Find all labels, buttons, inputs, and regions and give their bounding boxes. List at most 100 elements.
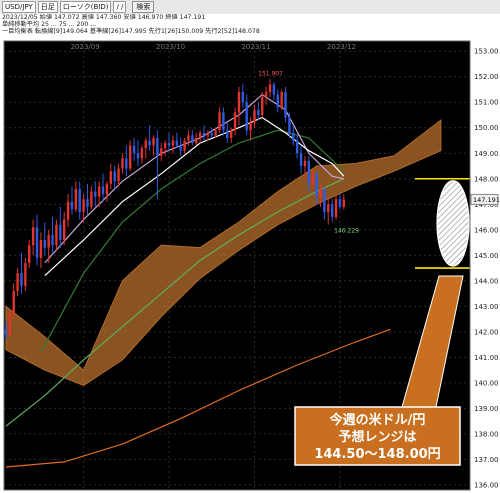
candle-body-77	[303, 160, 307, 167]
candle-body-27	[109, 171, 112, 184]
candle-body-13	[55, 224, 58, 246]
candle-body-11	[47, 234, 50, 248]
app: USD/JPY 日足 ローソク(BID) / / 検索 2023/12/05 始…	[0, 0, 500, 493]
candle-body-56	[222, 112, 225, 131]
candle-body-69	[272, 84, 276, 95]
y-tick-label-4: 149.00	[474, 150, 499, 158]
candle-body-49	[195, 137, 198, 144]
high-price-label: 151.907	[258, 70, 283, 77]
candle-body-87	[342, 199, 345, 207]
candle-body-30	[121, 158, 124, 169]
candle-body-66	[261, 97, 264, 115]
candle-body-48	[191, 135, 194, 144]
low-price-label: 146.229	[334, 228, 359, 235]
candle-body-75	[295, 140, 299, 154]
candle-body-52	[206, 132, 210, 136]
y-tick-label-1: 152.00	[474, 73, 499, 81]
candle-body-6	[28, 245, 31, 263]
y-tick-label-14: 139.00	[474, 405, 499, 413]
candle-body-79	[311, 173, 314, 184]
candle-body-64	[253, 109, 256, 123]
month-label-0: 2023/09	[71, 43, 100, 51]
month-label-1: 2023/10	[156, 43, 185, 51]
candle-body-20	[82, 199, 85, 212]
candle-body-29	[117, 168, 120, 182]
y-tick-label-16: 137.00	[474, 456, 499, 464]
y-tick-label-5: 148.00	[474, 175, 499, 183]
y-tick-label-3: 150.00	[474, 124, 499, 132]
candle-body-23	[94, 191, 97, 197]
candle-body-58	[229, 130, 233, 138]
candle-body-12	[51, 234, 54, 246]
candle-body-8	[35, 227, 39, 258]
chart-canvas: 153.00 152.00 151.00 150.00 149.00 148.00 147.…	[3, 40, 500, 491]
candle-body-9	[39, 239, 43, 258]
candle-body-0	[4, 329, 8, 335]
y-tick-label-9: 144.00	[474, 277, 499, 285]
candle-body-10	[43, 239, 46, 248]
candle-body-60	[237, 92, 241, 113]
candle-body-72	[284, 92, 287, 118]
candle-body-4	[20, 273, 23, 286]
candle-body-51	[202, 132, 206, 136]
candle-body-25	[101, 186, 105, 195]
forecast-range-ellipse	[436, 180, 470, 267]
candle-body-83	[327, 204, 330, 212]
candle-body-39	[156, 137, 159, 156]
candle-body-53	[210, 132, 213, 136]
candle-body-78	[307, 160, 311, 184]
candle-body-61	[241, 92, 245, 103]
y-tick-label-13: 140.00	[474, 379, 499, 387]
candle-body-32	[129, 145, 132, 169]
candle-body-26	[105, 183, 109, 195]
candle-body-34	[136, 153, 140, 159]
candle-body-42	[167, 143, 171, 146]
candle-body-40	[160, 148, 163, 156]
candle-body-44	[175, 140, 179, 146]
candle-body-71	[280, 92, 283, 108]
candle-body-14	[59, 224, 62, 240]
candle-body-7	[31, 227, 35, 246]
candle-body-36	[144, 140, 147, 149]
candle-body-55	[218, 112, 221, 131]
candle-body-68	[268, 84, 272, 93]
candle-body-76	[299, 153, 303, 167]
candle-body-19	[78, 188, 81, 212]
candle-body-17	[70, 201, 74, 210]
y-tick-label-12: 141.00	[474, 354, 499, 362]
candle-body-43	[171, 140, 175, 146]
candle-body-1	[8, 313, 12, 335]
current-price-label: 147.191	[473, 196, 500, 204]
forecast-text-line3: 144.50〜148.00円	[314, 447, 440, 462]
candle-body-15	[62, 219, 66, 240]
candle-body-41	[163, 143, 167, 149]
candle-body-2	[12, 291, 15, 314]
y-tick-label-15: 138.00	[474, 430, 499, 438]
candle-body-73	[288, 117, 291, 133]
candle-body-46	[183, 140, 186, 151]
candle-body-16	[66, 201, 70, 220]
candle-body-5	[24, 262, 27, 286]
y-tick-label-7: 146.00	[474, 226, 499, 234]
candle-body-22	[90, 191, 93, 207]
candle-body-47	[187, 135, 190, 141]
candle-body-82	[323, 188, 326, 212]
candle-body-74	[292, 132, 295, 141]
candle-body-84	[330, 204, 334, 218]
candle-body-63	[249, 122, 252, 131]
candle-body-21	[86, 199, 89, 207]
candle-body-85	[334, 199, 338, 218]
forecast-text-line2: 予想レンジは	[338, 429, 416, 445]
candle-body-81	[319, 188, 322, 197]
month-label-2: 2023/11	[241, 43, 270, 51]
candle-body-80	[315, 173, 318, 197]
candle-body-70	[276, 94, 279, 108]
candle-body-37	[148, 140, 151, 146]
candle-body-57	[226, 130, 229, 138]
candle-body-67	[264, 92, 268, 98]
candle-body-24	[97, 186, 101, 197]
forecast-text-line1: 今週の米ドル/円	[329, 412, 426, 428]
candle-body-62	[245, 102, 248, 131]
y-tick-label-11: 142.00	[474, 328, 499, 336]
candle-body-45	[179, 145, 182, 151]
